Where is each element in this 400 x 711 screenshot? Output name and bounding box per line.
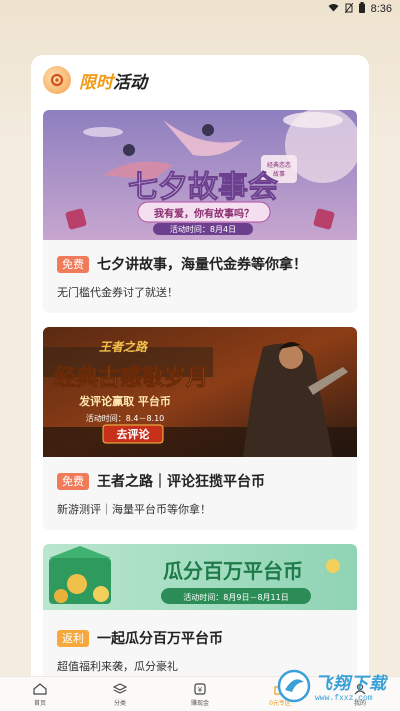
limited-activity-panel: 限时活动 七夕故事会 我有爱，你有故事吗？ 活动时间：8月4日 经典恋恋 故事 … xyxy=(31,55,369,695)
activity-badge-icon xyxy=(43,66,71,94)
activity-banner-qixi[interactable]: 七夕故事会 我有爱，你有故事吗？ 活动时间：8月4日 经典恋恋 故事 xyxy=(43,110,357,240)
battery-icon xyxy=(358,2,365,16)
banner-logo: 王者之路 xyxy=(99,340,149,354)
watermark-url: www.fxxz.com xyxy=(315,694,373,703)
section-header: 限时活动 xyxy=(31,55,369,105)
card-description: 新游测评｜海量平台币等你拿！ xyxy=(57,503,211,516)
banner-date: 活动时间：8月4日 xyxy=(170,224,236,234)
home-icon xyxy=(33,683,47,695)
card-title: 一起瓜分百万平台币 xyxy=(97,631,223,647)
banner-date: 活动时间：8月9日－8月11日 xyxy=(183,592,288,602)
watermark-logo-icon xyxy=(277,669,311,703)
cash-icon: ¥ xyxy=(194,683,206,695)
banner-title: 经典古惑敬岁月 xyxy=(54,365,208,391)
tab-category[interactable]: 分类 xyxy=(90,677,150,707)
banner-date: 活动时间：8.4－8.10 xyxy=(86,413,165,423)
site-watermark: 飞翔下载 www.fxxz.com xyxy=(276,664,394,708)
tag-badge: 免费 xyxy=(57,255,89,273)
card-title-row: 返利 一起瓜分百万平台币 xyxy=(43,610,357,648)
banner-title: 瓜分百万平台币 xyxy=(163,559,303,583)
activity-card-qixi[interactable]: 七夕故事会 我有爱，你有故事吗？ 活动时间：8月4日 经典恋恋 故事 免费 七夕… xyxy=(43,110,357,313)
card-title-row: 免费 七夕讲故事，海量代金券等你拿！ xyxy=(43,240,357,274)
banner-title: 七夕故事会 xyxy=(128,170,278,205)
banner-button: 去评论 xyxy=(117,427,151,441)
svg-text:¥: ¥ xyxy=(198,686,203,694)
status-bar: 8:36 xyxy=(0,0,400,18)
card-title: 七夕讲故事，海量代金券等你拿！ xyxy=(97,257,307,273)
banner-note-1: 经典恋恋 xyxy=(267,161,291,169)
activity-banner-wangzhe[interactable]: 王者之路 经典古惑敬岁月 发评论赢取 平台币 活动时间：8.4－8.10 去评论 xyxy=(43,327,357,457)
activity-banner-platform-coin[interactable]: 瓜分百万平台币 活动时间：8月9日－8月11日 xyxy=(43,544,357,610)
status-time: 8:36 xyxy=(370,3,392,15)
layers-icon xyxy=(113,683,127,694)
tag-badge: 免费 xyxy=(57,472,89,490)
banner-subtitle: 我有爱，你有故事吗？ xyxy=(154,207,254,220)
wifi-icon xyxy=(328,3,339,15)
tag-badge: 返利 xyxy=(57,629,89,647)
activity-card-wangzhe[interactable]: 王者之路 经典古惑敬岁月 发评论赢取 平台币 活动时间：8.4－8.10 去评论… xyxy=(43,327,357,530)
banner-subtitle: 发评论赢取 平台币 xyxy=(78,394,171,408)
section-title: 限时活动 xyxy=(79,72,147,93)
card-description: 无门槛代金券讨了就送！ xyxy=(57,286,178,299)
no-sim-icon xyxy=(344,2,353,16)
watermark-text: 飞翔下载 xyxy=(315,674,387,694)
card-title-row: 免费 王者之路｜评论狂揽平台币 xyxy=(43,457,357,491)
tab-earn-cash[interactable]: ¥ 赚现金 xyxy=(170,677,230,707)
banner-note-2: 故事 xyxy=(273,170,285,178)
tab-home[interactable]: 首页 xyxy=(10,677,70,707)
card-title: 王者之路｜评论狂揽平台币 xyxy=(97,474,265,490)
